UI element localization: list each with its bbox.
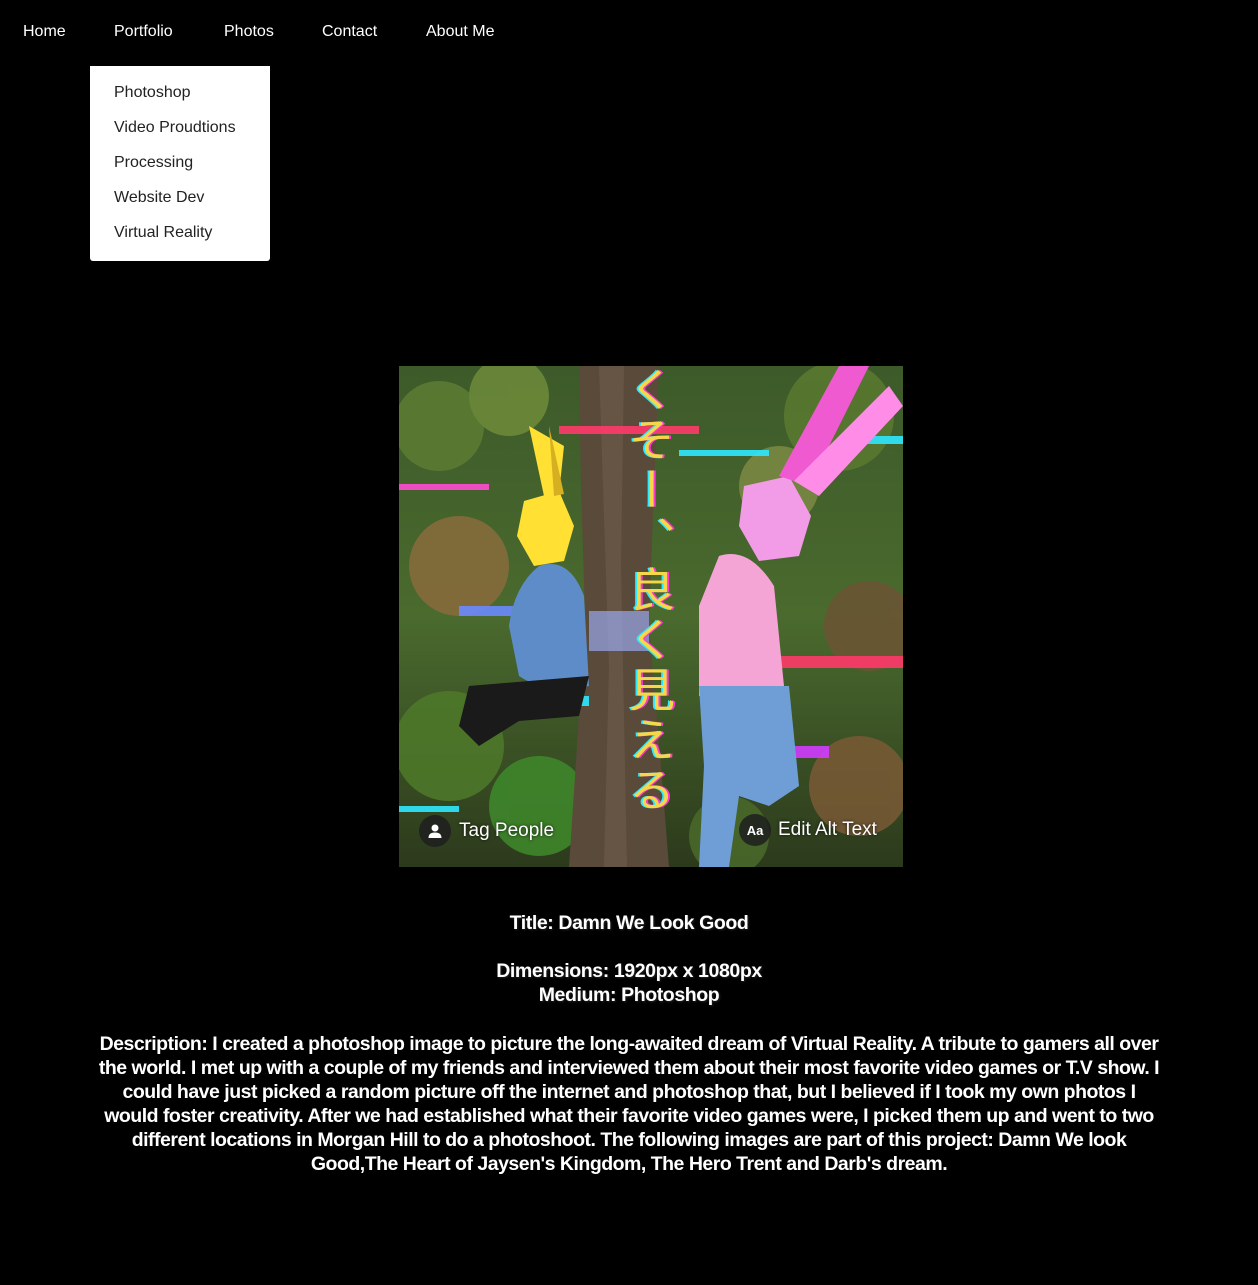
- dropdown-item-website-dev[interactable]: Website Dev: [114, 189, 204, 207]
- dropdown-item-photoshop[interactable]: Photoshop: [114, 84, 191, 102]
- edit-alt-text-label: Edit Alt Text: [778, 819, 877, 840]
- artwork-image: くそー、良く見える Tag People Aa Edit Alt Text: [399, 366, 903, 867]
- dropdown-item-virtual-reality[interactable]: Virtual Reality: [114, 224, 212, 242]
- alt-text-icon: Aa: [739, 814, 771, 846]
- nav-contact-link[interactable]: Contact: [322, 23, 377, 41]
- nav-about-me-link[interactable]: About Me: [426, 23, 494, 41]
- nav-photos-link[interactable]: Photos: [224, 23, 274, 41]
- vertical-japanese-text: くそー、良く見える: [622, 366, 676, 816]
- portfolio-dropdown-menu: Photoshop Video Proudtions Processing We…: [90, 66, 270, 261]
- nav-portfolio-link[interactable]: Portfolio: [114, 23, 173, 41]
- artwork-dimensions: Dimensions: 1920px x 1080px: [496, 960, 762, 982]
- artwork-specs: Dimensions: 1920px x 1080px Medium: Phot…: [90, 959, 1168, 1007]
- person-icon: [419, 815, 451, 847]
- dropdown-item-video-productions[interactable]: Video Proudtions: [114, 119, 236, 137]
- artwork-title: Title: Damn We Look Good: [509, 912, 749, 934]
- artwork-description: Description: I created a photoshop image…: [98, 1033, 1160, 1175]
- tag-people-label: Tag People: [459, 820, 555, 841]
- artwork-medium: Medium: Photoshop: [538, 984, 720, 1006]
- edit-alt-text-button[interactable]: Aa Edit Alt Text: [739, 814, 877, 846]
- dropdown-item-processing[interactable]: Processing: [114, 154, 193, 172]
- tag-people-button[interactable]: Tag People: [419, 815, 554, 847]
- nav-home-link[interactable]: Home: [23, 23, 66, 41]
